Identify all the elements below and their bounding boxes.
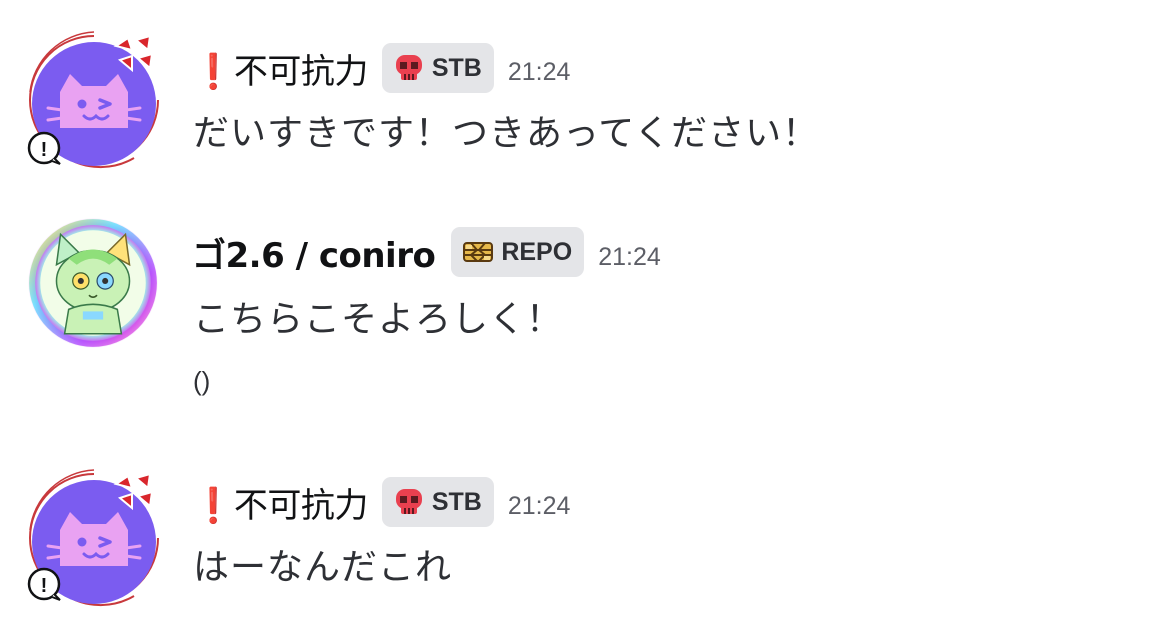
server-tag[interactable]: STB <box>381 477 494 527</box>
username[interactable]: ゴ2.6 / coniro <box>192 228 436 277</box>
pink-skull-icon <box>395 489 422 514</box>
timestamp[interactable]: 21:24 <box>508 492 571 521</box>
message-text: () <box>193 366 211 396</box>
server-tag[interactable]: REPO <box>451 227 585 277</box>
username[interactable]: ❗不可抗力 <box>192 478 368 527</box>
tag-label: STB <box>431 487 482 516</box>
message-header: ❗不可抗力 STB 21:24 <box>192 42 570 94</box>
timestamp[interactable]: 21:24 <box>598 243 661 272</box>
message-text: こちらこそよろしく！ <box>193 299 564 340</box>
avatar[interactable] <box>22 212 164 354</box>
exclamation-bubble-icon: ! <box>27 131 61 165</box>
tag-label: REPO <box>501 237 573 266</box>
exclamation-bubble-icon: ! <box>27 567 61 601</box>
server-tag[interactable]: STB <box>381 43 494 93</box>
avatar[interactable]: ! <box>24 468 164 608</box>
avatar[interactable]: ! <box>24 30 164 170</box>
gold-knot-icon <box>463 242 494 262</box>
message-header: ゴ2.6 / coniro REPO 21:24 <box>192 226 661 278</box>
message-text: はーなんだこれ <box>193 547 453 588</box>
tag-label: STB <box>431 53 482 82</box>
svg-text:!: ! <box>41 139 48 161</box>
username[interactable]: ❗不可抗力 <box>192 44 368 93</box>
svg-text:!: ! <box>41 575 48 597</box>
message-header: ❗不可抗力 STB 21:24 <box>192 476 570 528</box>
pink-skull-icon <box>395 55 422 80</box>
timestamp[interactable]: 21:24 <box>508 58 571 87</box>
message-text: だいすきです！つきあってください！ <box>193 113 820 154</box>
